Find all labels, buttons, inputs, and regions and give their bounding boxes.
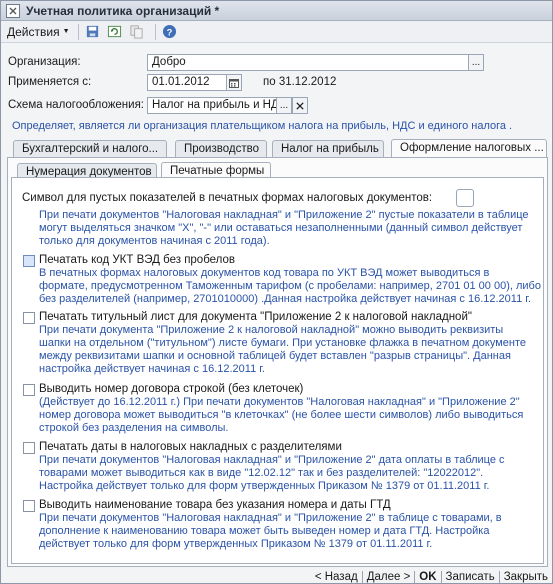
- title-page-description: При печати документа "Приложение 2 к нал…: [39, 324, 526, 375]
- svg-text:?: ?: [167, 27, 173, 37]
- next-button[interactable]: Далее >: [363, 571, 415, 583]
- save-close-icon[interactable]: [84, 23, 102, 41]
- title-page-label: Печатать титульный лист для документа "П…: [39, 311, 472, 323]
- ok-button[interactable]: OK: [415, 571, 440, 583]
- tab-tax-docs[interactable]: Оформление налоговых ...: [391, 139, 547, 158]
- org-field[interactable]: Добро: [147, 54, 469, 71]
- tab-accounting[interactable]: Бухгалтерский и налого...: [13, 140, 167, 158]
- help-icon[interactable]: ?: [161, 23, 179, 41]
- contract-number-label: Выводить номер договора строкой (без кле…: [39, 383, 304, 395]
- date-separators-checkbox[interactable]: [23, 442, 35, 454]
- org-label: Организация:: [8, 56, 81, 68]
- symbol-field[interactable]: [456, 189, 474, 207]
- window-icon: [6, 3, 20, 18]
- toolbar-separator: [77, 23, 79, 40]
- tax-scheme-select-button[interactable]: ...: [276, 97, 292, 114]
- ukt-no-spaces-checkbox[interactable]: [23, 255, 35, 267]
- tab-production[interactable]: Производство: [175, 140, 267, 158]
- toolbar: Действия ▼ ?: [1, 21, 552, 43]
- save-button[interactable]: Записать: [442, 571, 499, 583]
- product-name-gtd-description: При печати документов "Налоговая накладн…: [39, 512, 502, 550]
- actions-label: Действия: [7, 24, 60, 39]
- tax-scheme-field[interactable]: Налог на прибыль и НДС: [147, 97, 277, 114]
- product-name-gtd-checkbox[interactable]: [23, 500, 35, 512]
- copy-icon[interactable]: [128, 23, 146, 41]
- title-page-checkbox[interactable]: [23, 312, 35, 324]
- contract-number-checkbox[interactable]: [23, 384, 35, 396]
- tax-scheme-hint: Определяет, является ли организация плат…: [12, 120, 513, 132]
- org-select-button[interactable]: ...: [468, 54, 484, 71]
- symbol-label: Символ для пустых показателей в печатных…: [22, 192, 433, 204]
- policy-window: Учетная политика организаций * Действия …: [0, 0, 553, 584]
- close-button[interactable]: Закрыть: [500, 571, 552, 583]
- window-title: Учетная политика организаций *: [26, 3, 220, 18]
- product-name-gtd-label: Выводить наименование товара без указани…: [39, 499, 391, 511]
- ukt-no-spaces-label: Печатать код УКТ ВЭД без пробелов: [39, 254, 236, 266]
- ukt-no-spaces-description: В печатных формах налоговых документов к…: [39, 267, 541, 305]
- calendar-icon[interactable]: [226, 74, 242, 91]
- contract-number-description: (Действует до 16.12.2011 г.) При печати …: [39, 396, 524, 434]
- tax-scheme-label: Схема налогообложения:: [8, 99, 144, 111]
- toolbar-separator: [154, 23, 156, 40]
- applies-label: Применяется с:: [8, 76, 92, 88]
- date-separators-label: Печатать даты в налоговых накладных с ра…: [39, 441, 342, 453]
- clear-icon[interactable]: [292, 97, 308, 114]
- symbol-description: При печати документов "Налоговая накладн…: [39, 209, 529, 247]
- chevron-down-icon: ▼: [62, 28, 70, 35]
- title-bar: Учетная политика организаций *: [1, 1, 552, 21]
- refresh-icon[interactable]: [106, 23, 124, 41]
- applies-to-text: по 31.12.2012: [263, 76, 337, 88]
- applies-date-field[interactable]: 01.01.2012: [147, 74, 227, 91]
- date-separators-description: При печати документов "Налоговая накладн…: [39, 454, 505, 492]
- tab-profit-tax[interactable]: Налог на прибыль: [272, 140, 384, 158]
- back-button[interactable]: < Назад: [311, 571, 362, 583]
- bottom-bar: < Назад Далее > OK Записать Закрыть: [1, 569, 552, 584]
- actions-menu-button[interactable]: Действия ▼: [4, 23, 73, 41]
